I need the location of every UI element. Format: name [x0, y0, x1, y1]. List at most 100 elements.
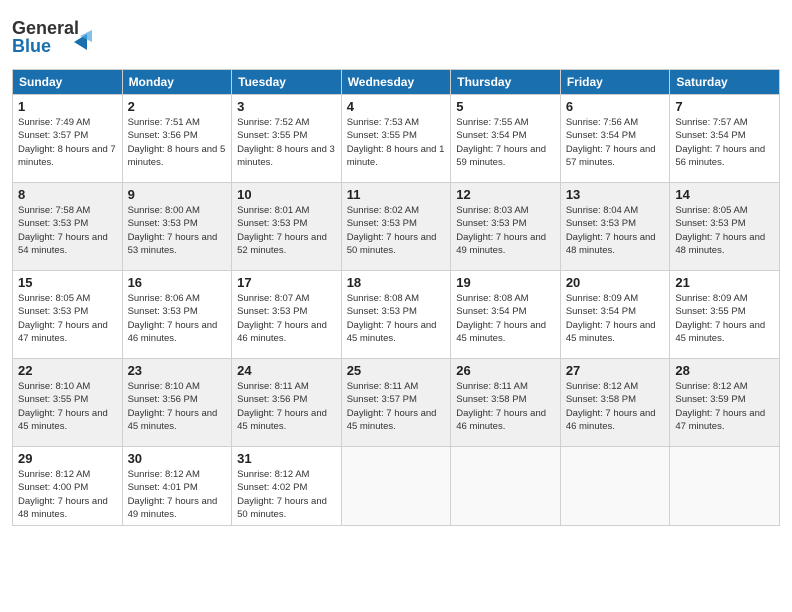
day-header-monday: Monday — [122, 70, 232, 95]
day-info: Sunrise: 8:11 AMSunset: 3:56 PMDaylight:… — [237, 380, 336, 433]
day-number: 19 — [456, 275, 555, 290]
calendar-cell: 13 Sunrise: 8:04 AMSunset: 3:53 PMDayligh… — [560, 183, 670, 271]
day-info: Sunrise: 7:51 AMSunset: 3:56 PMDaylight:… — [128, 116, 227, 169]
day-number: 27 — [566, 363, 665, 378]
day-number: 2 — [128, 99, 227, 114]
day-info: Sunrise: 7:57 AMSunset: 3:54 PMDaylight:… — [675, 116, 774, 169]
day-info: Sunrise: 8:11 AMSunset: 3:57 PMDaylight:… — [347, 380, 446, 433]
day-info: Sunrise: 8:06 AMSunset: 3:53 PMDaylight:… — [128, 292, 227, 345]
calendar-table: SundayMondayTuesdayWednesdayThursdayFrid… — [12, 69, 780, 526]
svg-text:Blue: Blue — [12, 36, 51, 56]
week-row-2: 8 Sunrise: 7:58 AMSunset: 3:53 PMDaylight… — [13, 183, 780, 271]
day-number: 18 — [347, 275, 446, 290]
day-info: Sunrise: 8:11 AMSunset: 3:58 PMDaylight:… — [456, 380, 555, 433]
day-number: 22 — [18, 363, 117, 378]
page: General Blue SundayMondayTuesdayWednesda… — [0, 0, 792, 612]
day-number: 30 — [128, 451, 227, 466]
day-number: 4 — [347, 99, 446, 114]
day-info: Sunrise: 8:01 AMSunset: 3:53 PMDaylight:… — [237, 204, 336, 257]
day-header-tuesday: Tuesday — [232, 70, 342, 95]
day-number: 20 — [566, 275, 665, 290]
day-info: Sunrise: 8:00 AMSunset: 3:53 PMDaylight:… — [128, 204, 227, 257]
calendar-cell — [670, 447, 780, 526]
day-info: Sunrise: 8:09 AMSunset: 3:54 PMDaylight:… — [566, 292, 665, 345]
day-info: Sunrise: 8:07 AMSunset: 3:53 PMDaylight:… — [237, 292, 336, 345]
calendar-cell: 30 Sunrise: 8:12 AMSunset: 4:01 PMDayligh… — [122, 447, 232, 526]
calendar-cell: 22 Sunrise: 8:10 AMSunset: 3:55 PMDayligh… — [13, 359, 123, 447]
day-info: Sunrise: 7:49 AMSunset: 3:57 PMDaylight:… — [18, 116, 117, 169]
day-info: Sunrise: 8:12 AMSunset: 4:01 PMDaylight:… — [128, 468, 227, 521]
day-number: 16 — [128, 275, 227, 290]
day-number: 12 — [456, 187, 555, 202]
day-info: Sunrise: 8:12 AMSunset: 3:59 PMDaylight:… — [675, 380, 774, 433]
calendar-cell: 26Sunrise: 8:11 AMSunset: 3:58 PMDayligh… — [451, 359, 561, 447]
day-info: Sunrise: 8:03 AMSunset: 3:53 PMDaylight:… — [456, 204, 555, 257]
day-info: Sunrise: 8:02 AMSunset: 3:53 PMDaylight:… — [347, 204, 446, 257]
day-number: 5 — [456, 99, 555, 114]
calendar-cell: 15Sunrise: 8:05 AMSunset: 3:53 PMDayligh… — [13, 271, 123, 359]
day-header-saturday: Saturday — [670, 70, 780, 95]
calendar-cell: 9 Sunrise: 8:00 AMSunset: 3:53 PMDaylight… — [122, 183, 232, 271]
day-number: 15 — [18, 275, 117, 290]
day-number: 14 — [675, 187, 774, 202]
calendar-cell: 12 Sunrise: 8:03 AMSunset: 3:53 PMDayligh… — [451, 183, 561, 271]
day-number: 7 — [675, 99, 774, 114]
day-info: Sunrise: 7:55 AMSunset: 3:54 PMDaylight:… — [456, 116, 555, 169]
day-number: 10 — [237, 187, 336, 202]
day-number: 31 — [237, 451, 336, 466]
day-number: 13 — [566, 187, 665, 202]
day-number: 9 — [128, 187, 227, 202]
day-number: 28 — [675, 363, 774, 378]
day-info: Sunrise: 7:58 AMSunset: 3:53 PMDaylight:… — [18, 204, 117, 257]
day-number: 25 — [347, 363, 446, 378]
header: General Blue — [12, 10, 780, 61]
calendar-cell: 6 Sunrise: 7:56 AMSunset: 3:54 PMDaylight… — [560, 95, 670, 183]
day-info: Sunrise: 8:12 AMSunset: 3:58 PMDaylight:… — [566, 380, 665, 433]
day-info: Sunrise: 7:53 AMSunset: 3:55 PMDaylight:… — [347, 116, 446, 169]
day-header-sunday: Sunday — [13, 70, 123, 95]
calendar-cell: 25 Sunrise: 8:11 AMSunset: 3:57 PMDayligh… — [341, 359, 451, 447]
calendar-cell: 24 Sunrise: 8:11 AMSunset: 3:56 PMDayligh… — [232, 359, 342, 447]
calendar-cell: 23 Sunrise: 8:10 AMSunset: 3:56 PMDayligh… — [122, 359, 232, 447]
week-row-5: 29Sunrise: 8:12 AMSunset: 4:00 PMDayligh… — [13, 447, 780, 526]
week-row-4: 22 Sunrise: 8:10 AMSunset: 3:55 PMDayligh… — [13, 359, 780, 447]
calendar-cell: 8 Sunrise: 7:58 AMSunset: 3:53 PMDaylight… — [13, 183, 123, 271]
calendar-header-row: SundayMondayTuesdayWednesdayThursdayFrid… — [13, 70, 780, 95]
day-number: 24 — [237, 363, 336, 378]
calendar-cell: 10 Sunrise: 8:01 AMSunset: 3:53 PMDayligh… — [232, 183, 342, 271]
day-info: Sunrise: 8:12 AMSunset: 4:02 PMDaylight:… — [237, 468, 336, 521]
day-number: 29 — [18, 451, 117, 466]
calendar-cell: 5 Sunrise: 7:55 AMSunset: 3:54 PMDaylight… — [451, 95, 561, 183]
calendar-cell: 18 Sunrise: 8:08 AMSunset: 3:53 PMDayligh… — [341, 271, 451, 359]
day-number: 11 — [347, 187, 446, 202]
day-number: 17 — [237, 275, 336, 290]
day-number: 21 — [675, 275, 774, 290]
day-info: Sunrise: 8:10 AMSunset: 3:55 PMDaylight:… — [18, 380, 117, 433]
calendar-cell: 11 Sunrise: 8:02 AMSunset: 3:53 PMDayligh… — [341, 183, 451, 271]
calendar-cell: 27 Sunrise: 8:12 AMSunset: 3:58 PMDayligh… — [560, 359, 670, 447]
calendar-cell: 28 Sunrise: 8:12 AMSunset: 3:59 PMDayligh… — [670, 359, 780, 447]
day-header-friday: Friday — [560, 70, 670, 95]
day-number: 23 — [128, 363, 227, 378]
day-header-wednesday: Wednesday — [341, 70, 451, 95]
calendar-cell — [341, 447, 451, 526]
svg-text:General: General — [12, 18, 79, 38]
calendar-cell: 1 Sunrise: 7:49 AMSunset: 3:57 PMDaylight… — [13, 95, 123, 183]
day-info: Sunrise: 8:04 AMSunset: 3:53 PMDaylight:… — [566, 204, 665, 257]
calendar-cell — [451, 447, 561, 526]
day-info: Sunrise: 8:10 AMSunset: 3:56 PMDaylight:… — [128, 380, 227, 433]
day-info: Sunrise: 7:52 AMSunset: 3:55 PMDaylight:… — [237, 116, 336, 169]
calendar-cell: 21Sunrise: 8:09 AMSunset: 3:55 PMDayligh… — [670, 271, 780, 359]
day-number: 8 — [18, 187, 117, 202]
calendar-cell: 20 Sunrise: 8:09 AMSunset: 3:54 PMDayligh… — [560, 271, 670, 359]
day-number: 6 — [566, 99, 665, 114]
day-info: Sunrise: 8:08 AMSunset: 3:54 PMDaylight:… — [456, 292, 555, 345]
day-info: Sunrise: 7:56 AMSunset: 3:54 PMDaylight:… — [566, 116, 665, 169]
calendar-cell: 14 Sunrise: 8:05 AMSunset: 3:53 PMDayligh… — [670, 183, 780, 271]
week-row-1: 1 Sunrise: 7:49 AMSunset: 3:57 PMDaylight… — [13, 95, 780, 183]
day-number: 1 — [18, 99, 117, 114]
day-info: Sunrise: 8:08 AMSunset: 3:53 PMDaylight:… — [347, 292, 446, 345]
calendar-cell: 4 Sunrise: 7:53 AMSunset: 3:55 PMDaylight… — [341, 95, 451, 183]
day-info: Sunrise: 8:05 AMSunset: 3:53 PMDaylight:… — [675, 204, 774, 257]
calendar-cell — [560, 447, 670, 526]
